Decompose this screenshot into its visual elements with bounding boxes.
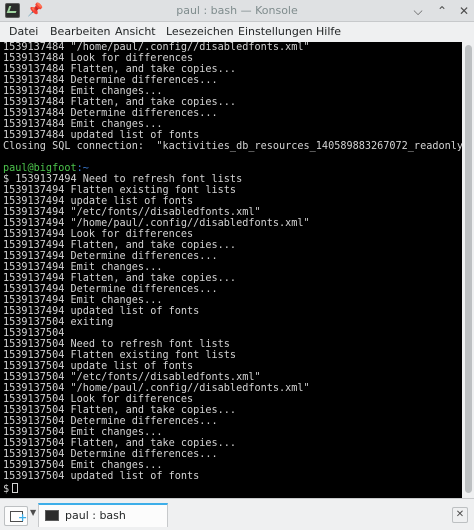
maximize-icon[interactable]: ⌃ [433, 2, 451, 20]
tab-paul-bash[interactable]: paul : bash [38, 503, 168, 527]
terminal-line: 1539137504 Emit changes... [3, 427, 163, 438]
menu-hilfe[interactable]: Hilfe [316, 25, 341, 38]
prompt-line: paul@bigfoot:~ [3, 163, 89, 174]
terminal-line: 1539137494 Determine differences... [3, 284, 218, 295]
menu-einstellungen[interactable]: Einstellungen [238, 25, 313, 38]
terminal-line: 1539137504 "/etc/fonts//disabledfonts.xm… [3, 372, 261, 383]
terminal-line: 1539137504 "/home/paul/.config//disabled… [3, 383, 310, 394]
menu-bearbeiten[interactable]: Bearbeiten [50, 25, 110, 38]
terminal-line: 1539137504 Flatten, and take copies... [3, 405, 237, 416]
terminal-line: 1539137484 Flatten, and take copies... [3, 97, 237, 108]
minimize-icon[interactable]: ⌵ [409, 2, 427, 20]
terminal-line: 1539137494 Emit changes... [3, 295, 163, 306]
terminal-line: 1539137494 updated list of fonts [3, 306, 200, 317]
terminal-line: 1539137494 Flatten, and take copies... [3, 240, 237, 251]
terminal-line: 1539137504 updated list of fonts [3, 471, 200, 482]
terminal-line: 1539137484 updated list of fonts [3, 130, 200, 141]
prompt-user: paul@bigfoot [3, 163, 77, 174]
text-cursor [12, 483, 19, 493]
terminal-line: 1539137494 Determine differences... [3, 251, 218, 262]
tab-label: paul : bash [65, 509, 126, 522]
prompt-symbol: $ [3, 484, 10, 495]
terminal-line: 1539137494 "/etc/fonts//disabledfonts.xm… [3, 207, 261, 218]
terminal-icon [45, 510, 59, 521]
current-prompt: $ [3, 483, 19, 495]
terminal-line: 1539137494 Look for differences [3, 229, 194, 240]
terminal-line: 1539137504 update list of fonts [3, 361, 194, 372]
terminal-line: 1539137484 Look for differences [3, 53, 194, 64]
terminal-line: 1539137504 Look for differences [3, 394, 194, 405]
terminal-line: 1539137504 Emit changes... [3, 460, 163, 471]
prompt-path: :~ [76, 163, 89, 174]
terminal-line: 1539137494 "/home/paul/.config//disabled… [3, 218, 310, 229]
menu-bar: Datei Bearbeiten Ansicht Lesezeichen Ein… [0, 22, 474, 42]
terminal-line: 1539137494 Flatten, and take copies... [3, 273, 237, 284]
terminal-line: 1539137504 Determine differences... [3, 449, 218, 460]
terminal-line: 1539137494 Flatten existing font lists [3, 185, 237, 196]
terminal-line: 1539137504 Determine differences... [3, 416, 218, 427]
close-icon[interactable]: ✕ [455, 2, 473, 20]
terminal-line: 1539137504 Flatten existing font lists [3, 350, 237, 361]
terminal-scrollbar[interactable] [462, 42, 474, 498]
terminal-line: 1539137504 Need to refresh font lists [3, 339, 230, 350]
terminal-line: 1539137504 Flatten, and take copies... [3, 438, 237, 449]
menu-datei[interactable]: Datei [9, 25, 38, 38]
terminal-line: 1539137494 Emit changes... [3, 262, 163, 273]
terminal-line: $ 1539137494 Need to refresh font lists [3, 174, 243, 185]
window-title: paul : bash — Konsole [176, 4, 298, 17]
terminal-line: 1539137494 update list of fonts [3, 196, 194, 207]
dropdown-arrow-icon[interactable]: ▼ [30, 508, 36, 517]
scrollbar-thumb[interactable] [465, 45, 472, 493]
terminal-line: 1539137504 exiting [3, 317, 114, 328]
terminal-line: 1539137484 Emit changes... [3, 86, 163, 97]
terminal-line: 1539137484 Emit changes... [3, 119, 163, 130]
terminal-line: 1539137484 Determine differences... [3, 108, 218, 119]
title-bar[interactable]: 📌 paul : bash — Konsole ⌵ ⌃ ✕ [0, 0, 474, 22]
terminal-line: 1539137484 Determine differences... [3, 75, 218, 86]
terminal-line: Closing SQL connection: "kactivities_db_… [3, 141, 462, 152]
close-tab-button[interactable]: ✕ [452, 507, 468, 523]
tab-bar: ▼ paul : bash ✕ [0, 498, 474, 530]
terminal-line: 1539137484 "/home/paul/.config//disabled… [3, 42, 310, 53]
menu-lesezeichen[interactable]: Lesezeichen [166, 25, 234, 38]
new-tab-button[interactable] [4, 506, 28, 526]
terminal-line: 1539137504 [3, 328, 65, 339]
menu-ansicht[interactable]: Ansicht [115, 25, 156, 38]
terminal-output[interactable]: 1539137484 "/home/paul/.config//disabled… [0, 42, 462, 498]
terminal-line: 1539137484 Flatten, and take copies... [3, 64, 237, 75]
